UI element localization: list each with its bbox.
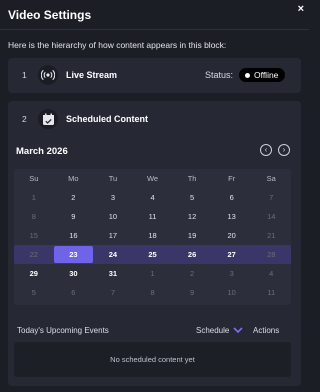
chevron-right-icon: ›: [282, 145, 286, 154]
calendar-day[interactable]: 26: [172, 246, 212, 263]
calendar-week-row: 29 30 31 1 2 3 4: [14, 264, 291, 283]
video-settings-panel: Video Settings × Here is the hierarchy o…: [0, 0, 309, 392]
calendar-day[interactable]: 19: [172, 227, 212, 244]
calendar-day[interactable]: 28: [251, 246, 291, 263]
calendar-day[interactable]: 12: [172, 208, 212, 225]
calendar-day[interactable]: 5: [14, 284, 54, 301]
calendar-day[interactable]: 24: [93, 246, 133, 263]
schedule-label: Schedule: [196, 326, 230, 335]
calendar-day[interactable]: 22: [14, 246, 54, 263]
schedule-dropdown[interactable]: Schedule: [196, 326, 243, 335]
calendar-day[interactable]: 17: [93, 227, 133, 244]
weekday-label: Fr: [228, 174, 236, 183]
scheduled-content-label: Scheduled Content: [66, 114, 149, 124]
calendar-day[interactable]: 7: [251, 189, 291, 206]
calendar-day[interactable]: 25: [133, 246, 173, 263]
weekday-label: Th: [187, 174, 197, 183]
priority-number: 1: [22, 70, 27, 80]
calendar-day[interactable]: 10: [93, 208, 133, 225]
calendar-day[interactable]: 6: [212, 189, 252, 206]
calendar-week-row: 8 9 10 11 12 13 14: [14, 207, 291, 226]
close-icon[interactable]: ×: [298, 3, 304, 15]
events-empty-state: No scheduled content yet: [14, 342, 291, 377]
selected-week-row: 22 23 24 25 26 27 28: [14, 245, 291, 264]
calendar-day[interactable]: 6: [54, 284, 94, 301]
calendar-day[interactable]: 2: [54, 189, 94, 206]
hierarchy-description: Here is the hierarchy of how content app…: [8, 40, 227, 50]
chevron-down-icon: [233, 327, 243, 334]
weekday-label: Tu: [108, 174, 118, 183]
chevron-left-icon: ‹: [264, 145, 268, 154]
calendar-day[interactable]: 8: [14, 208, 54, 225]
calendar-grid: Su Mo Tu We Th Fr Sa 1 2 3 4 5 6 7 8 9 10 11 12 13 14 15 16 17 1…: [14, 169, 291, 305]
calendar-day[interactable]: 3: [93, 189, 133, 206]
calendar-day[interactable]: 15: [14, 227, 54, 244]
calendar-day[interactable]: 3: [212, 265, 252, 282]
calendar-day[interactable]: 29: [14, 265, 54, 282]
calendar-day[interactable]: 16: [54, 227, 94, 244]
calendar-day[interactable]: 1: [14, 189, 54, 206]
calendar-day[interactable]: 9: [54, 208, 94, 225]
calendar-week-row: 5 6 7 8 9 10 11: [14, 283, 291, 302]
calendar-day[interactable]: 14: [251, 208, 291, 225]
live-stream-row: 1 Live Stream Status: Offline: [8, 58, 301, 93]
live-stream-label: Live Stream: [66, 70, 118, 80]
header-divider: [0, 29, 309, 30]
weekday-label: Su: [29, 174, 39, 183]
panel-title: Video Settings: [8, 8, 92, 22]
calendar-check-icon: [38, 109, 58, 129]
weekday-label: Mo: [68, 174, 79, 183]
next-month-button[interactable]: ›: [278, 144, 290, 156]
weekday-label: We: [146, 174, 159, 183]
actions-heading: Actions: [253, 326, 280, 335]
broadcast-icon: [38, 65, 58, 85]
weekday-label: Sa: [266, 174, 276, 183]
calendar-week-row: 1234567: [14, 188, 291, 207]
status-value: Offline: [254, 70, 279, 80]
calendar-day[interactable]: 21: [251, 227, 291, 244]
calendar-day-selected[interactable]: 23: [53, 246, 94, 263]
calendar-day[interactable]: 8: [133, 284, 173, 301]
calendar-day[interactable]: 20: [212, 227, 252, 244]
calendar-day[interactable]: 11: [133, 208, 173, 225]
calendar-day[interactable]: 27: [212, 246, 252, 263]
calendar-day[interactable]: 11: [251, 284, 291, 301]
calendar-day[interactable]: 4: [251, 265, 291, 282]
status-badge: Offline: [239, 68, 286, 82]
calendar-day[interactable]: 7: [93, 284, 133, 301]
calendar-day[interactable]: 5: [172, 189, 212, 206]
calendar-week-row: 15 16 17 18 19 20 21: [14, 226, 291, 245]
priority-number: 2: [22, 114, 27, 124]
empty-state-text: No scheduled content yet: [110, 355, 195, 364]
calendar-day[interactable]: 2: [172, 265, 212, 282]
scheduled-content-section: 2 Scheduled Content March 2026 ‹ › Su Mo T…: [8, 101, 301, 386]
calendar-day[interactable]: 10: [212, 284, 252, 301]
calendar-day[interactable]: 9: [172, 284, 212, 301]
upcoming-events-heading: Today's Upcoming Events: [17, 326, 109, 335]
calendar-day[interactable]: 18: [133, 227, 173, 244]
calendar-day[interactable]: 4: [133, 189, 173, 206]
calendar-day[interactable]: 13: [212, 208, 252, 225]
calendar-day[interactable]: 1: [133, 265, 173, 282]
calendar-day[interactable]: 31: [93, 265, 133, 282]
weekday-header-row: Su Mo Tu We Th Fr Sa: [14, 169, 291, 188]
status-label: Status:: [205, 70, 234, 80]
status-dot-icon: [245, 72, 250, 78]
calendar-day[interactable]: 30: [54, 265, 94, 282]
calendar-month-label: March 2026: [16, 146, 68, 157]
previous-month-button[interactable]: ‹: [260, 144, 272, 156]
